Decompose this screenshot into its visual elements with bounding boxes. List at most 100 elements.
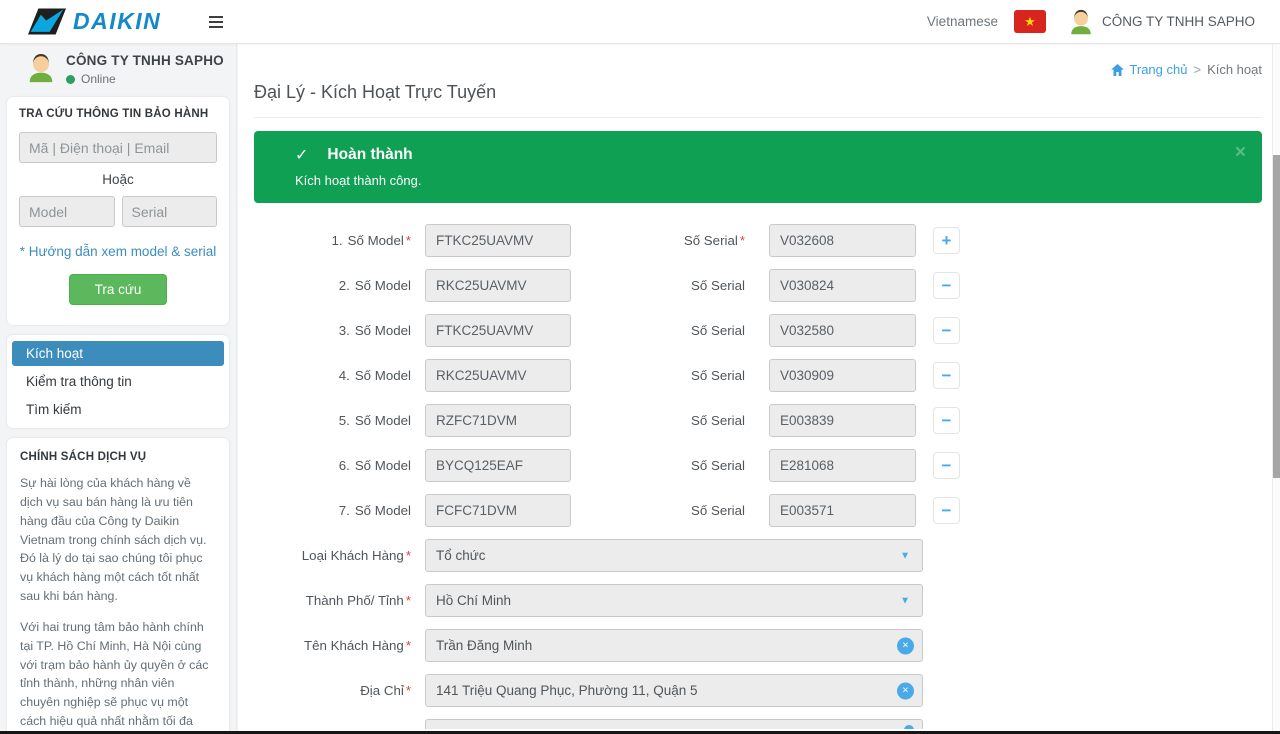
remove-row-button[interactable]: − — [933, 452, 960, 479]
serial-input-5[interactable] — [769, 404, 916, 437]
required-asterisk: * — [406, 683, 411, 698]
sidebar-toggle-button[interactable] — [205, 9, 227, 35]
customer-type-select[interactable]: Tổ chức ▼ — [425, 539, 923, 572]
model-serial-row: 5.Số Model Số Serial − — [254, 404, 1262, 437]
activation-form: 1.Số Model* Số Serial* + 2.Số Model Số S… — [254, 224, 1262, 729]
serial-input-6[interactable] — [769, 449, 916, 482]
top-bar: DAIKIN Vietnamese ★ CÔNG TY TNHH SAPHO — [0, 0, 1280, 44]
serial-label: Số Serial — [571, 368, 745, 383]
serial-label: Số Serial — [571, 413, 745, 428]
model-serial-row: 4.Số Model Số Serial − — [254, 359, 1262, 392]
remove-row-button[interactable]: − — [933, 317, 960, 344]
remove-row-button[interactable]: − — [933, 497, 960, 524]
address-row: Địa Chỉ* × — [254, 674, 1262, 707]
model-input-7[interactable] — [425, 494, 571, 527]
model-input-4[interactable] — [425, 359, 571, 392]
required-asterisk: * — [406, 638, 411, 653]
next-field-partial — [425, 719, 923, 729]
model-label: 1.Số Model* — [254, 233, 411, 248]
caret-down-icon: ▼ — [900, 550, 910, 561]
model-serial-row: 6.Số Model Số Serial − — [254, 449, 1262, 482]
remove-row-button[interactable]: − — [933, 272, 960, 299]
vertical-scrollbar[interactable] — [1272, 44, 1280, 734]
customer-name-input[interactable] — [426, 630, 922, 661]
model-input-2[interactable] — [425, 269, 571, 302]
online-status-dot — [66, 75, 75, 84]
model-label: 6.Số Model — [254, 458, 411, 473]
customer-name-row: Tên Khách Hàng* × — [254, 629, 1262, 662]
clear-icon — [904, 725, 914, 729]
main-content: Trang chủ > Kích hoạt Đại Lý - Kích Hoạt… — [238, 44, 1272, 734]
city-row: Thành Phố/ Tỉnh* Hồ Chí Minh ▼ — [254, 584, 1262, 617]
policy-paragraph: Sự hài lòng của khách hàng về dịch vụ sa… — [20, 474, 216, 606]
model-serial-row: 3.Số Model Số Serial − — [254, 314, 1262, 347]
sidebar-user-panel: CÔNG TY TNHH SAPHO Online — [0, 44, 236, 93]
daikin-logo: DAIKIN — [28, 8, 161, 35]
customer-name-label: Tên Khách Hàng* — [254, 638, 411, 653]
user-avatar[interactable] — [1068, 9, 1094, 35]
serial-input-4[interactable] — [769, 359, 916, 392]
home-icon — [1111, 64, 1124, 76]
language-label[interactable]: Vietnamese — [927, 14, 998, 29]
serial-label: Số Serial — [571, 323, 745, 338]
breadcrumb: Trang chủ > Kích hoạt — [254, 44, 1262, 77]
breadcrumb-current: Kích hoạt — [1207, 62, 1262, 77]
lookup-button[interactable]: Tra cứu — [69, 274, 168, 305]
avatar-icon — [26, 53, 56, 83]
close-icon[interactable]: × — [1235, 143, 1246, 162]
caret-down-icon: ▼ — [900, 595, 910, 606]
sidebar-item-check-info[interactable]: Kiểm tra thông tin — [12, 369, 224, 394]
policy-paragraphs: Sự hài lòng của khách hàng về dịch vụ sa… — [20, 474, 216, 734]
header-user-name[interactable]: CÔNG TY TNHH SAPHO — [1102, 14, 1255, 29]
model-search-input[interactable] — [19, 196, 115, 227]
or-label: Hoặc — [19, 172, 217, 187]
policy-title: CHÍNH SÁCH DỊCH VỤ — [20, 451, 216, 463]
sidebar: CÔNG TY TNHH SAPHO Online TRA CỨU THÔNG … — [0, 44, 237, 734]
serial-label: Số Serial* — [571, 233, 745, 248]
model-serial-guide-link[interactable]: * Hướng dẫn xem model & serial — [19, 244, 217, 259]
code-phone-email-input[interactable] — [19, 132, 217, 163]
serial-input-1[interactable] — [769, 224, 916, 257]
model-label: 4.Số Model — [254, 368, 411, 383]
vietnam-flag-icon[interactable]: ★ — [1014, 10, 1046, 33]
model-input-5[interactable] — [425, 404, 571, 437]
sidebar-item-activate[interactable]: Kích hoạt — [12, 341, 224, 366]
serial-label: Số Serial — [571, 458, 745, 473]
breadcrumb-home-link[interactable]: Trang chủ — [1111, 62, 1187, 77]
remove-row-button[interactable]: − — [933, 362, 960, 389]
warranty-search-card: TRA CỨU THÔNG TIN BẢO HÀNH Hoặc * Hướng … — [7, 97, 229, 325]
address-label: Địa Chỉ* — [254, 683, 411, 698]
model-serial-row: 2.Số Model Số Serial − — [254, 269, 1262, 302]
model-input-3[interactable] — [425, 314, 571, 347]
serial-input-2[interactable] — [769, 269, 916, 302]
model-input-6[interactable] — [425, 449, 571, 482]
page-title: Đại Lý - Kích Hoạt Trực Tuyến — [254, 82, 1262, 118]
customer-name-field: × — [425, 629, 923, 662]
sidebar-item-search[interactable]: Tìm kiếm — [12, 397, 224, 422]
clear-icon[interactable]: × — [897, 637, 914, 654]
city-select[interactable]: Hồ Chí Minh ▼ — [425, 584, 923, 617]
required-asterisk: * — [406, 548, 411, 563]
alert-title: Hoàn thành — [327, 146, 412, 164]
daikin-wordmark: DAIKIN — [73, 8, 161, 35]
serial-input-7[interactable] — [769, 494, 916, 527]
model-serial-row: 7.Số Model Số Serial − — [254, 494, 1262, 527]
clear-icon[interactable]: × — [897, 682, 914, 699]
scrollbar-thumb[interactable] — [1273, 155, 1280, 478]
serial-label: Số Serial — [571, 278, 745, 293]
required-asterisk: * — [406, 593, 411, 608]
model-serial-row: 1.Số Model* Số Serial* + — [254, 224, 1262, 257]
city-label: Thành Phố/ Tỉnh* — [254, 593, 411, 608]
alert-message: Kích hoạt thành công. — [295, 173, 1242, 188]
hamburger-icon — [209, 16, 223, 18]
daikin-logo-mark — [28, 8, 66, 35]
remove-row-button[interactable]: − — [933, 407, 960, 434]
model-input-1[interactable] — [425, 224, 571, 257]
serial-search-input[interactable] — [122, 196, 218, 227]
address-input[interactable] — [426, 675, 922, 706]
customer-type-row: Loại Khách Hàng* Tổ chức ▼ — [254, 539, 1262, 572]
online-status-label: Online — [81, 72, 116, 86]
required-asterisk: * — [406, 233, 411, 248]
serial-input-3[interactable] — [769, 314, 916, 347]
add-row-button[interactable]: + — [933, 227, 960, 254]
